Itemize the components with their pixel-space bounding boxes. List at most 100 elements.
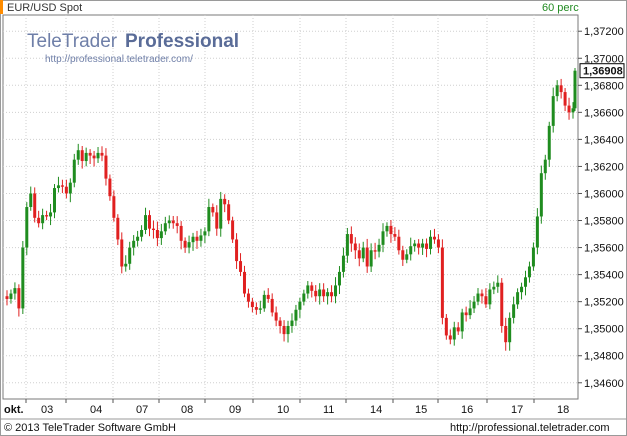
candle-body	[84, 152, 88, 162]
candle-body	[120, 239, 124, 267]
candle-body	[504, 325, 508, 343]
candle-body	[484, 296, 488, 305]
candle-body	[306, 285, 310, 294]
candle-body	[21, 247, 25, 309]
candle-body	[250, 301, 254, 308]
candle-body	[500, 282, 504, 326]
candle-body	[116, 217, 120, 240]
candle-body	[207, 207, 211, 232]
candle-body	[179, 225, 183, 241]
candle-body	[472, 301, 476, 309]
candle-body	[520, 286, 524, 293]
instrument-label: EUR/USD Spot	[7, 2, 82, 14]
y-tick-label: 1,35800	[584, 216, 624, 228]
candle-body	[357, 250, 361, 259]
candle-body	[413, 243, 417, 247]
footer-copyright: © 2013 TeleTrader Software GmbH	[4, 422, 176, 434]
candle-body	[17, 288, 21, 309]
candle-body	[266, 294, 270, 299]
candle-body	[555, 85, 559, 97]
candle-body	[140, 229, 144, 237]
candle-body	[92, 155, 96, 159]
candle-body	[124, 263, 128, 267]
candle-body	[330, 292, 334, 297]
y-tick-label: 1,36400	[584, 134, 624, 146]
x-tick-label: 17	[511, 404, 523, 416]
candle-body	[365, 247, 369, 267]
y-tick-label: 1,35600	[584, 243, 624, 255]
candle-body	[29, 193, 33, 207]
candle-body	[334, 285, 338, 297]
candle-body	[104, 155, 108, 179]
candle-body	[132, 240, 136, 248]
candle-body	[547, 125, 551, 160]
candle-body	[191, 236, 195, 243]
plot-area	[2, 14, 579, 400]
candle-body	[49, 212, 53, 217]
candle-body	[108, 178, 112, 197]
candle-body	[492, 286, 496, 290]
candle-body	[389, 225, 393, 235]
candle-body	[488, 289, 492, 305]
candle-body	[432, 236, 436, 240]
candle-body	[452, 327, 456, 340]
last-price-label: 1,36908	[583, 66, 623, 78]
candle-body	[377, 244, 381, 252]
x-tick-label: 10	[277, 404, 289, 416]
candle-body	[468, 308, 472, 316]
candle-body	[417, 243, 421, 248]
candle-body	[361, 247, 365, 259]
candle-body	[373, 250, 377, 252]
candle-body	[440, 247, 444, 318]
candle-body	[559, 85, 563, 93]
candle-body	[508, 317, 512, 343]
y-tick-label: 1,36000	[584, 188, 624, 200]
candle-body	[25, 207, 29, 248]
candle-body	[151, 228, 155, 230]
candle-body	[187, 242, 191, 248]
candle-body	[298, 301, 302, 310]
candle-body	[175, 223, 179, 226]
candle-body	[571, 108, 575, 113]
footer-url: http://professional.teletrader.com	[450, 422, 610, 434]
candle-body	[80, 150, 84, 162]
candle-body	[163, 223, 167, 232]
candle-body	[258, 308, 262, 310]
candle-body	[353, 243, 357, 251]
candle-body	[393, 234, 397, 237]
x-tick-label: 15	[415, 404, 427, 416]
candle-body	[9, 293, 13, 299]
candle-body	[13, 288, 17, 294]
candle-body	[88, 152, 92, 156]
candle-body	[195, 236, 199, 241]
candle-body	[231, 220, 235, 240]
candle-body	[159, 231, 163, 239]
candle-body	[199, 235, 203, 241]
candle-body	[405, 254, 409, 260]
candle-body	[56, 185, 60, 189]
candle-body	[235, 239, 239, 262]
candle-body	[239, 261, 243, 272]
candle-body	[183, 240, 187, 248]
y-tick-label: 1,34800	[584, 351, 624, 363]
candle-body	[310, 285, 314, 291]
candle-body	[369, 250, 373, 267]
candle-body	[341, 255, 345, 272]
candle-body	[96, 152, 100, 159]
candle-body	[5, 296, 9, 299]
candle-body	[294, 309, 298, 321]
candle-body	[278, 320, 282, 326]
candle-body	[516, 292, 520, 305]
candle-body	[512, 304, 516, 318]
candle-body	[223, 198, 227, 205]
candle-body	[302, 293, 306, 302]
candle-body	[314, 290, 318, 297]
candle-body	[436, 239, 440, 248]
candle-body	[464, 312, 468, 316]
candle-body	[573, 70, 577, 109]
y-tick-label: 1,36600	[584, 107, 624, 119]
y-tick-label: 1,36800	[584, 80, 624, 92]
candle-body	[349, 234, 353, 244]
watermark-brand-plain: TeleTrader	[27, 31, 118, 52]
candle-body	[246, 293, 250, 302]
